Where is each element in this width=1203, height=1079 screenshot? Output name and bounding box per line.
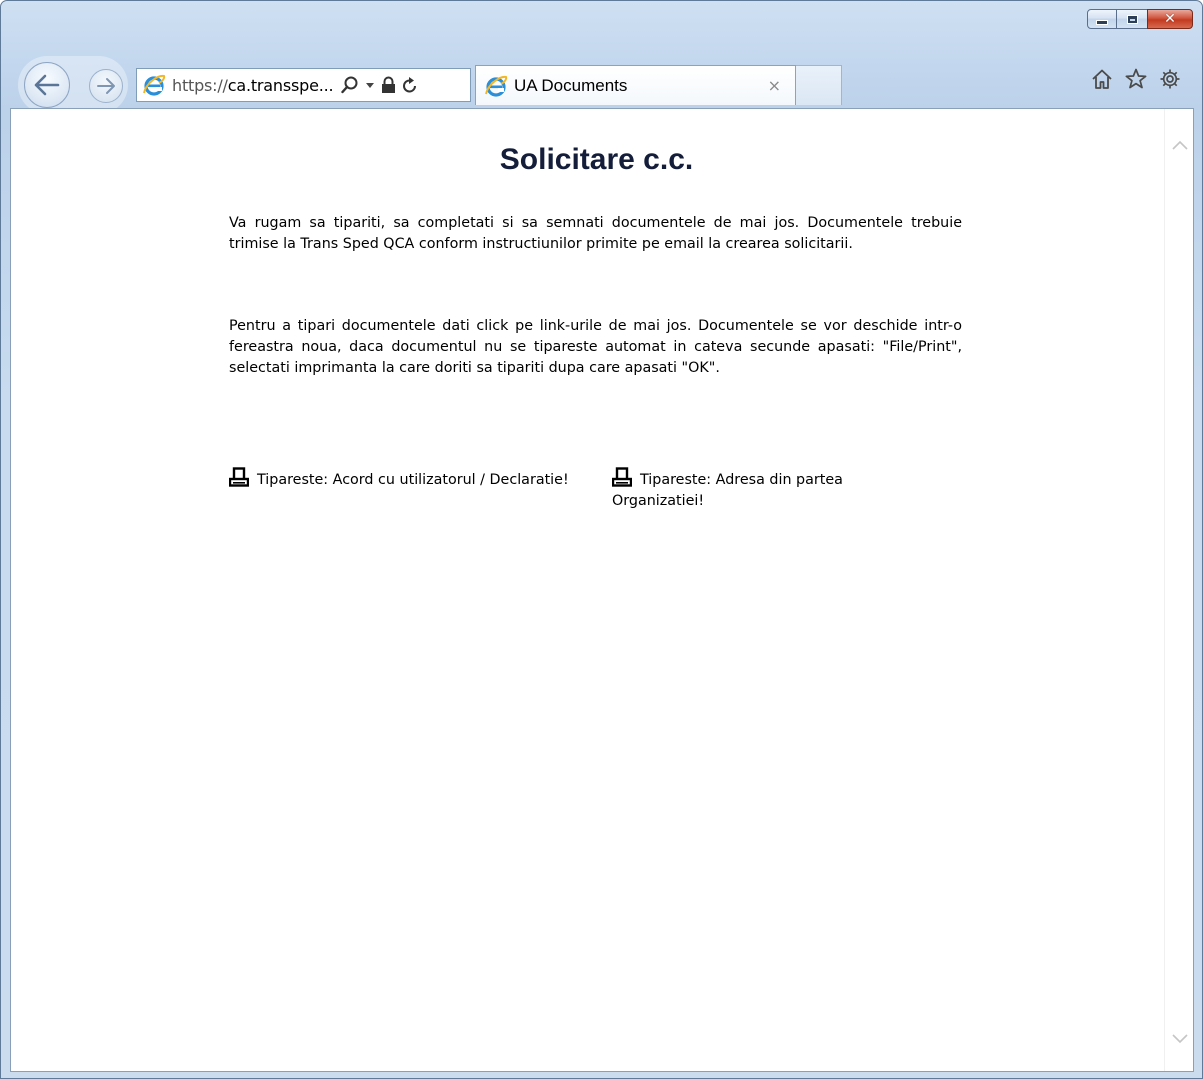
address-tools bbox=[341, 76, 418, 94]
url-host: ca.transspe... bbox=[227, 75, 334, 95]
scroll-down-arrow-icon[interactable] bbox=[1171, 1033, 1188, 1045]
dropdown-arrow-icon[interactable] bbox=[365, 80, 375, 90]
maximize-icon bbox=[1126, 14, 1138, 24]
gear-icon[interactable] bbox=[1158, 67, 1182, 91]
forward-button[interactable] bbox=[89, 69, 123, 103]
close-icon: ✕ bbox=[1164, 11, 1176, 27]
print-instructions-paragraph: Pentru a tipari documentele dati click p… bbox=[229, 318, 962, 376]
tab-close-icon[interactable]: × bbox=[768, 76, 781, 95]
back-arrow-icon bbox=[34, 74, 60, 96]
print-user-agreement-link[interactable]: Tipareste: Acord cu utilizatorul / Decla… bbox=[229, 467, 574, 491]
scroll-up-arrow-icon[interactable] bbox=[1171, 139, 1188, 151]
address-bar[interactable]: https://ca.transspe... bbox=[136, 68, 471, 102]
print-link-label: Tipareste: Adresa din partea Organizatie… bbox=[612, 472, 843, 509]
page-title: Solicitare c.c. bbox=[499, 143, 694, 176]
minimize-icon bbox=[1096, 19, 1108, 25]
address-url[interactable]: https://ca.transspe... bbox=[172, 75, 334, 95]
forward-arrow-icon bbox=[97, 78, 115, 94]
search-icon[interactable] bbox=[341, 76, 359, 94]
page-viewport[interactable]: Solicitare c.c. Va rugam sa tipariti, sa… bbox=[10, 108, 1194, 1072]
tab-title: UA Documents bbox=[514, 75, 628, 95]
printer-icon bbox=[612, 467, 632, 487]
print-link-label: Tipareste: Acord cu utilizatorul / Decla… bbox=[257, 472, 569, 488]
new-tab-button[interactable] bbox=[796, 65, 842, 105]
refresh-icon[interactable] bbox=[402, 76, 418, 94]
window-caption-buttons: ✕ bbox=[1087, 9, 1193, 29]
command-icons bbox=[1090, 67, 1182, 91]
instructions-paragraph: Va rugam sa tipariti, sa completati si s… bbox=[229, 215, 962, 252]
close-window-button[interactable]: ✕ bbox=[1147, 9, 1193, 29]
ie-logo-icon bbox=[485, 75, 508, 97]
browser-window: ✕ https://ca.transspe... UA Documents × … bbox=[0, 0, 1203, 1079]
url-scheme: https:// bbox=[172, 75, 228, 95]
maximize-button[interactable] bbox=[1117, 9, 1147, 29]
home-icon[interactable] bbox=[1090, 67, 1114, 91]
printer-icon bbox=[229, 467, 249, 487]
vertical-scrollbar[interactable] bbox=[1164, 109, 1193, 1071]
minimize-button[interactable] bbox=[1087, 9, 1117, 29]
lock-icon[interactable] bbox=[381, 76, 396, 94]
tab-ua-documents[interactable]: UA Documents × bbox=[475, 65, 796, 105]
back-button[interactable] bbox=[24, 62, 70, 108]
ie-logo-icon bbox=[143, 74, 166, 96]
star-icon[interactable] bbox=[1124, 67, 1148, 91]
print-organization-address-link[interactable]: Tipareste: Adresa din partea Organizatie… bbox=[612, 467, 932, 512]
